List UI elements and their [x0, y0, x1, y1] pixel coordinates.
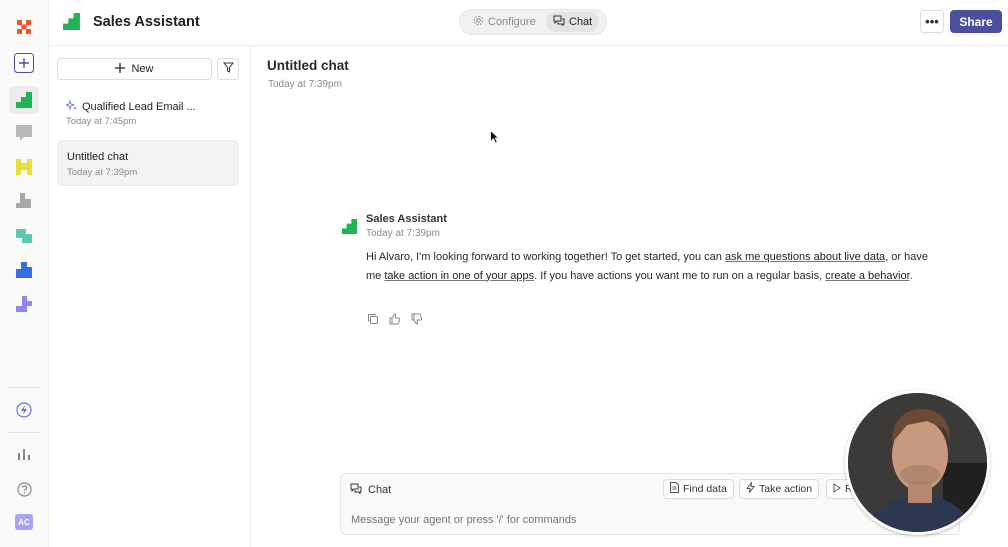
filter-icon [222, 60, 234, 78]
find-data-label: Find data [683, 483, 727, 495]
bar-chart-icon[interactable] [12, 442, 36, 466]
message-input[interactable] [351, 514, 831, 526]
message-sender: Sales Assistant [366, 213, 447, 225]
message-actions [366, 312, 423, 325]
bolt-icon [746, 480, 755, 496]
create-behavior-link[interactable]: create a behavior [825, 270, 909, 282]
tab-chat[interactable]: Chat [546, 12, 600, 32]
mouse-cursor-icon [490, 129, 500, 149]
plus-icon [115, 62, 126, 76]
agent-blue-icon[interactable] [12, 258, 36, 282]
chat-bubbles-icon [553, 15, 565, 29]
agent-purple-icon[interactable] [12, 292, 36, 316]
chat-item-title: Qualified Lead Email ... [82, 101, 196, 113]
message-body: Hi Alvaro, I'm looking forward to workin… [366, 248, 938, 285]
message-text: . If you have actions you want me to run… [534, 269, 826, 282]
view-toggle: Configure Chat [459, 9, 607, 35]
agent-stairs-icon[interactable] [12, 189, 36, 213]
chat-item-title-row: Qualified Lead Email ... [64, 99, 196, 114]
tab-configure[interactable]: Configure [466, 12, 543, 32]
chat-list-item[interactable]: Untitled chat Today at 7:39pm [57, 140, 239, 186]
thumbs-up-icon[interactable] [388, 312, 401, 325]
chat-title: Untitled chat [267, 58, 349, 73]
share-button[interactable]: Share [950, 10, 1002, 33]
tab-label: Chat [569, 16, 593, 28]
more-button[interactable]: ••• [920, 10, 944, 33]
chat-list-sidebar: New Qualified Lead Email ... Today at 7:… [49, 46, 251, 547]
chat-item-time: Today at 7:45pm [66, 116, 137, 127]
chat-bubbles-icon [350, 483, 362, 497]
x-logo-icon[interactable] [12, 15, 36, 39]
message-text: Hi Alvaro, I'm looking forward to workin… [366, 251, 725, 263]
chat-timestamp: Today at 7:39pm [268, 79, 342, 90]
copy-icon[interactable] [366, 312, 379, 325]
chat-item-title: Untitled chat [67, 151, 129, 163]
header: Sales Assistant Configure Chat ••• Share [49, 0, 1008, 46]
new-chat-label: New [131, 63, 154, 75]
plus-icon[interactable] [12, 51, 36, 75]
rail-divider [8, 387, 40, 388]
message-timestamp: Today at 7:39pm [366, 228, 440, 239]
take-action-link[interactable]: take action in one of your apps [384, 270, 534, 282]
chat-item-time: Today at 7:39pm [67, 167, 138, 178]
live-data-link[interactable]: ask me questions about live data [725, 251, 885, 263]
new-chat-button[interactable]: New [57, 58, 212, 80]
bolt-icon[interactable] [12, 398, 36, 422]
help-icon[interactable] [12, 477, 36, 501]
rail-divider [8, 432, 40, 433]
avatar[interactable]: AC [15, 514, 33, 530]
presenter-webcam [845, 390, 990, 535]
composer-mode: Chat [350, 483, 391, 497]
take-action-label: Take action [759, 483, 813, 495]
agent-green-icon [341, 218, 358, 240]
message-text: . [909, 269, 913, 282]
chat-list-item[interactable]: Qualified Lead Email ... Today at 7:45pm [57, 90, 239, 136]
app-rail: AC [0, 0, 49, 547]
agent-yellow-icon[interactable] [12, 155, 36, 179]
find-data-button[interactable]: Find data [663, 479, 734, 499]
document-icon [670, 482, 679, 496]
page-title: Sales Assistant [93, 14, 200, 30]
take-action-button[interactable]: Take action [739, 479, 820, 499]
agent-green-icon[interactable] [12, 88, 36, 112]
composer-label: Chat [368, 484, 392, 496]
agent-gray-icon[interactable] [12, 121, 36, 145]
play-icon [833, 482, 841, 496]
gear-icon [473, 15, 484, 29]
agent-green-icon [62, 12, 81, 36]
thumbs-down-icon[interactable] [410, 312, 423, 325]
agent-teal-icon[interactable] [12, 224, 36, 248]
sparkle-icon [64, 99, 77, 114]
filter-button[interactable] [217, 58, 239, 80]
tab-label: Configure [488, 16, 536, 28]
